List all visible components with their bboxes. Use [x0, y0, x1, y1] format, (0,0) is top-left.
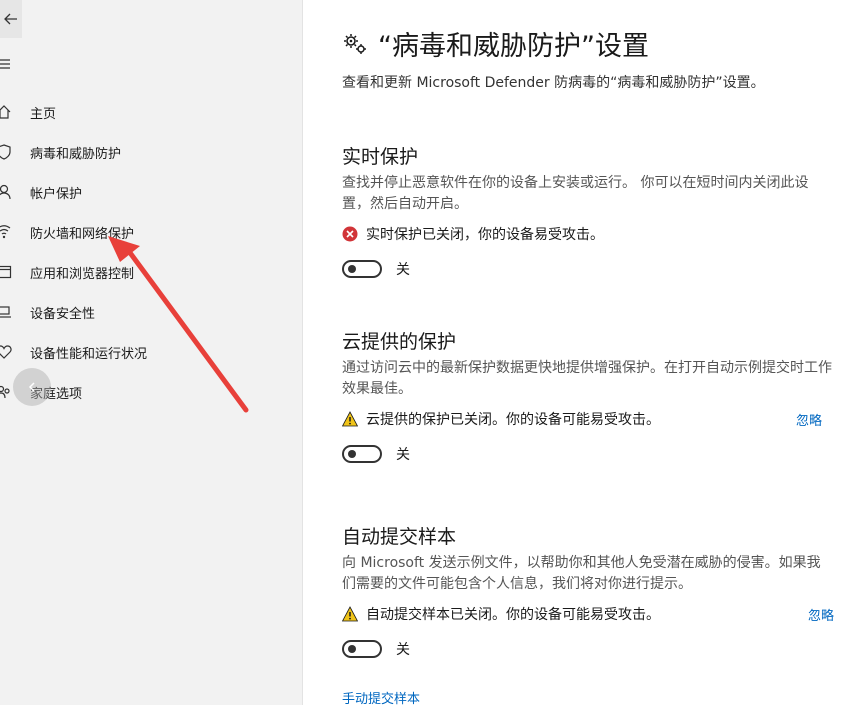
sidebar-item-label: 设备性能和运行状况 [30, 346, 148, 362]
gears-icon [344, 33, 366, 54]
toggle-state-label: 关 [396, 262, 410, 278]
sidebar-item-label: 病毒和威胁防护 [30, 146, 122, 162]
sidebar-item-device-security[interactable]: 设备安全性 [0, 292, 302, 332]
page-subtitle: 查看和更新 Microsoft Defender 防病毒的“病毒和威胁防护”设置… [342, 75, 765, 91]
sidebar-item-firewall[interactable]: 防火墙和网络保护 [0, 212, 302, 252]
section-heading: 实时保护 [342, 146, 419, 168]
sidebar-nav: 主页 病毒和威胁防护 帐户保护 防火墙和网络保护 应用和浏览器控制 设备安全性 … [0, 92, 302, 412]
sidebar-item-home[interactable]: 主页 [0, 92, 302, 132]
laptop-icon [0, 306, 11, 318]
section-cloud-protection: 云提供的保护 通过访问云中的最新保护数据更快地提供增强保护。在打开自动示例提交时… [342, 327, 837, 464]
heart-icon [0, 345, 12, 359]
toggle-state-label: 关 [396, 642, 410, 658]
shield-icon [0, 144, 11, 160]
person-icon [0, 184, 11, 200]
status-message: 自动提交样本已关闭。你的设备可能易受攻击。 忽略 [342, 603, 837, 625]
sidebar-item-virus-protection[interactable]: 病毒和威胁防护 [0, 132, 302, 172]
section-realtime-protection: 实时保护 查找并停止恶意软件在你的设备上安装或运行。 你可以在短时间内关闭此设置… [342, 142, 837, 279]
section-heading: 云提供的保护 [342, 331, 457, 353]
sidebar: 主页 病毒和威胁防护 帐户保护 防火墙和网络保护 应用和浏览器控制 设备安全性 … [0, 0, 303, 705]
section-heading: 自动提交样本 [342, 526, 457, 548]
cloud-protection-toggle[interactable] [342, 445, 382, 463]
sidebar-item-label: 主页 [30, 106, 57, 122]
status-message: 云提供的保护已关闭。你的设备可能易受攻击。 忽略 [342, 408, 837, 430]
error-icon [342, 226, 358, 242]
sidebar-item-label: 设备安全性 [30, 306, 96, 322]
page-header: “病毒和威胁防护”设置 [342, 24, 649, 63]
section-auto-sample-submission: 自动提交样本 向 Microsoft 发送示例文件，以帮助你和其他人免受潜在威胁… [342, 522, 837, 659]
page-title: “病毒和威胁防护”设置 [378, 31, 649, 62]
toggle-knob [348, 265, 356, 273]
hamburger-menu-button[interactable] [0, 56, 14, 70]
warning-icon [342, 411, 358, 427]
warning-icon [342, 606, 358, 622]
sidebar-item-account-protection[interactable]: 帐户保护 [0, 172, 302, 212]
back-button[interactable] [0, 0, 22, 38]
home-icon [0, 105, 11, 119]
status-text: 云提供的保护已关闭。你的设备可能易受攻击。 [366, 412, 660, 428]
toggle-knob [348, 450, 356, 458]
sidebar-item-device-health[interactable]: 设备性能和运行状况 [0, 332, 302, 372]
status-text: 实时保护已关闭，你的设备易受攻击。 [366, 227, 604, 243]
status-message: 实时保护已关闭，你的设备易受攻击。 [342, 223, 837, 245]
collapse-circle-button[interactable] [13, 368, 51, 406]
sidebar-item-app-browser-control[interactable]: 应用和浏览器控制 [0, 252, 302, 292]
sidebar-item-label: 应用和浏览器控制 [30, 266, 135, 282]
dismiss-link[interactable]: 忽略 [796, 410, 822, 429]
manual-submit-sample-link[interactable]: 手动提交样本 [342, 688, 420, 707]
hamburger-icon [0, 59, 10, 69]
toggle-row: 关 [342, 444, 837, 464]
toggle-knob [348, 645, 356, 653]
toggle-row: 关 [342, 259, 837, 279]
browser-window-icon [0, 265, 12, 279]
section-description: 通过访问云中的最新保护数据更快地提供增强保护。在打开自动示例提交时工作效果最佳。 [342, 360, 832, 397]
status-text: 自动提交样本已关闭。你的设备可能易受攻击。 [366, 607, 660, 623]
toggle-state-label: 关 [396, 447, 410, 463]
dismiss-link[interactable]: 忽略 [808, 605, 834, 624]
auto-sample-toggle[interactable] [342, 640, 382, 658]
back-arrow-icon [4, 13, 17, 25]
sidebar-item-label: 防火墙和网络保护 [30, 226, 135, 242]
family-icon [0, 385, 10, 399]
sidebar-item-label: 帐户保护 [30, 186, 83, 202]
chevron-left-icon [28, 382, 35, 392]
toggle-row: 关 [342, 639, 837, 659]
realtime-protection-toggle[interactable] [342, 260, 382, 278]
section-description: 查找并停止恶意软件在你的设备上安装或运行。 你可以在短时间内关闭此设置，然后自动… [342, 175, 809, 212]
wifi-icon [0, 225, 11, 239]
section-description: 向 Microsoft 发送示例文件，以帮助你和其他人免受潜在威胁的侵害。如果我… [342, 555, 821, 592]
